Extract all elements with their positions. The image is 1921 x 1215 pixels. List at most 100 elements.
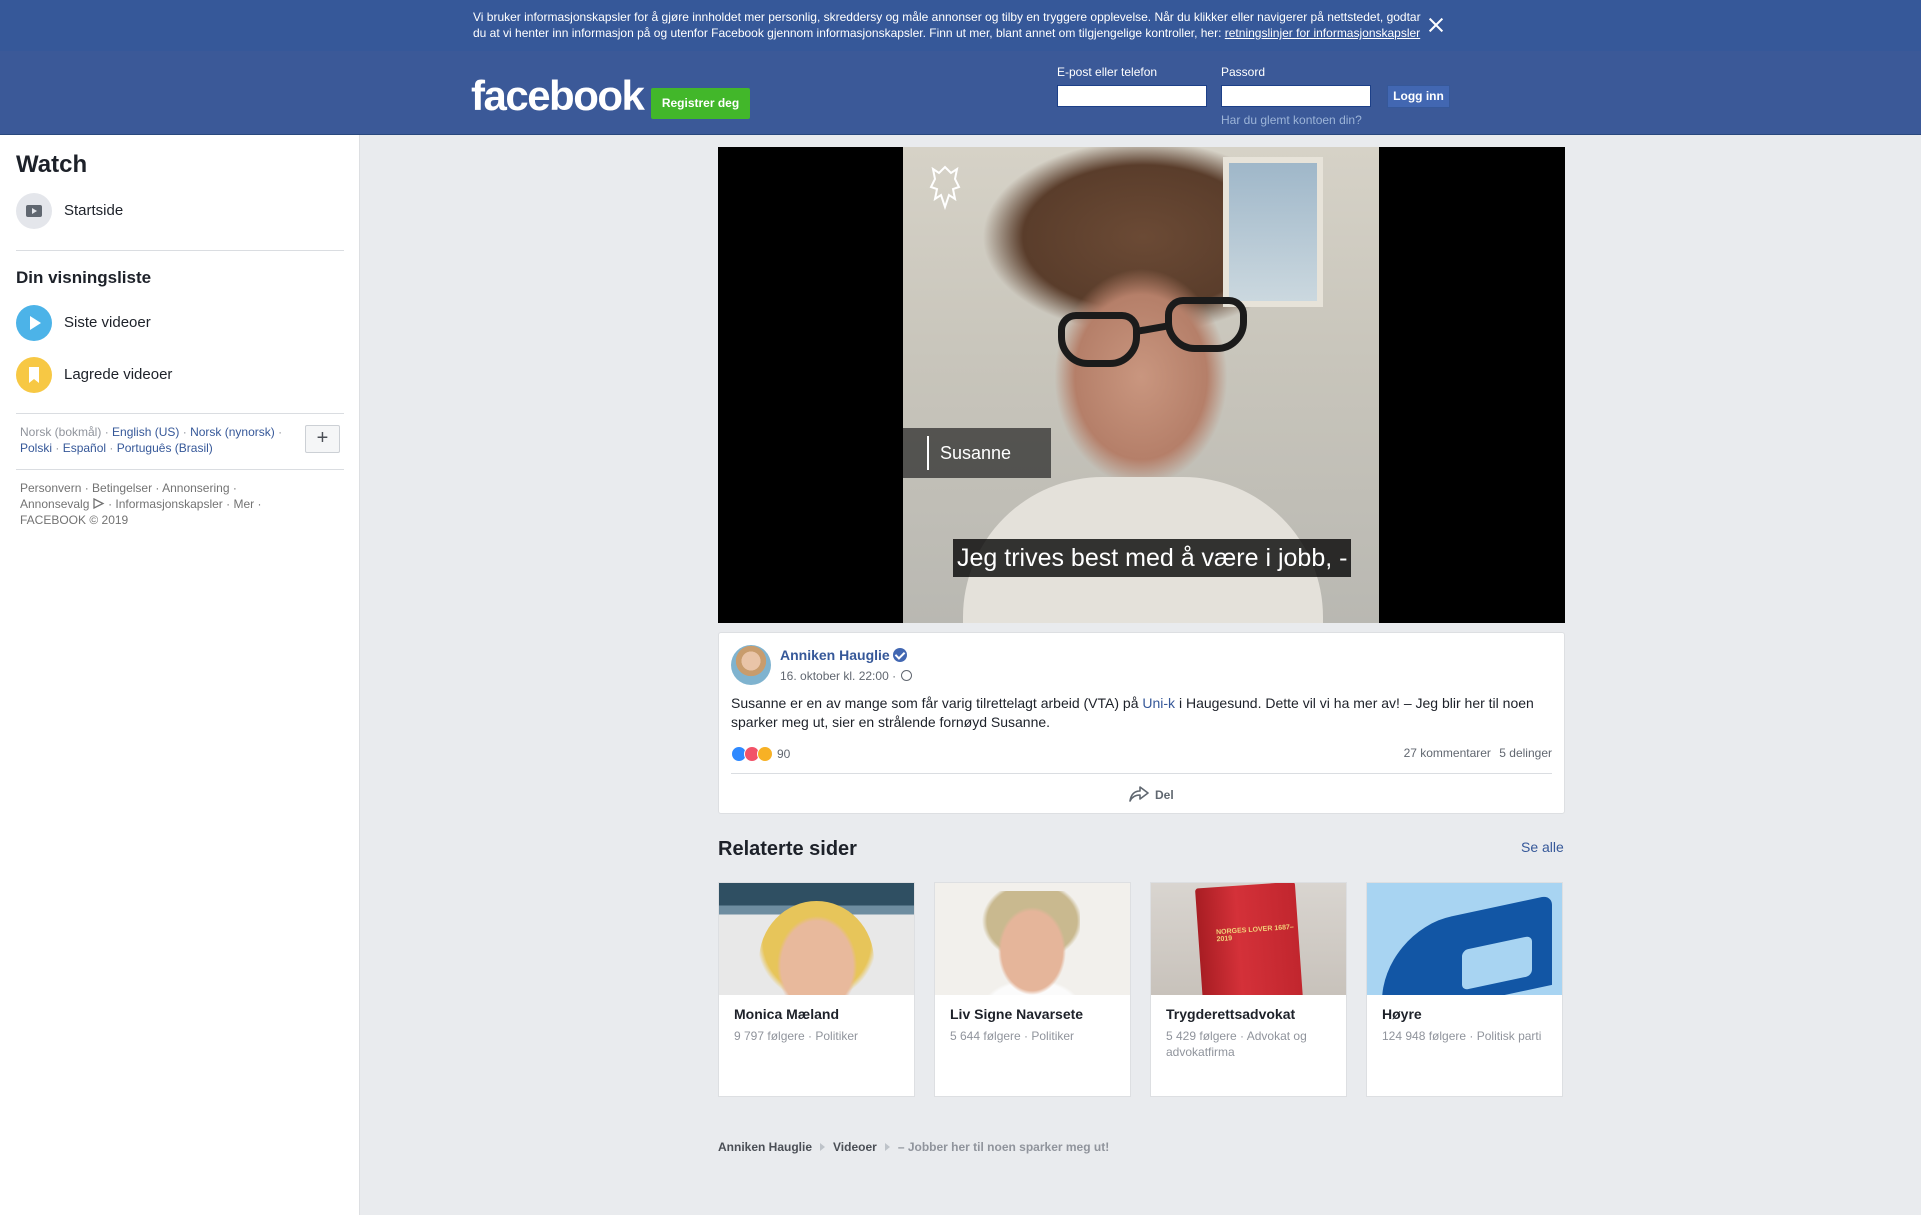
post-timestamp[interactable]: 16. oktober kl. 22:00 · bbox=[780, 669, 896, 683]
email-label: E-post eller telefon bbox=[1057, 65, 1158, 79]
page-info: 5 644 følgere · Politiker bbox=[950, 1029, 1075, 1043]
sidebar-divider bbox=[16, 250, 344, 251]
video-glasses bbox=[1058, 312, 1140, 367]
breadcrumb-author[interactable]: Anniken Hauglie bbox=[718, 1140, 812, 1154]
related-page-card[interactable]: Høyre 124 948 følgere · Politisk parti bbox=[1366, 882, 1563, 1097]
language-link[interactable]: Polski bbox=[20, 441, 52, 455]
language-link[interactable]: Português (Brasil) bbox=[117, 441, 213, 455]
avatar[interactable] bbox=[731, 645, 771, 685]
page-logo bbox=[1367, 883, 1562, 995]
page-photo-person bbox=[980, 891, 1080, 995]
book-title: NORGES LOVER 1687–2019 bbox=[1215, 923, 1295, 944]
see-all-link[interactable]: Se alle bbox=[1521, 839, 1564, 855]
breadcrumb-current: – Jobber her til noen sparker meg ut! bbox=[897, 1140, 1110, 1154]
footer-link[interactable]: Betingelser bbox=[92, 481, 152, 495]
name-caption: Susanne bbox=[903, 428, 1051, 478]
post-stats: 27 kommentarer 5 delinger bbox=[1399, 746, 1552, 760]
footer-link[interactable]: Personvern bbox=[20, 481, 81, 495]
register-button[interactable]: Registrer deg bbox=[651, 88, 750, 119]
more-languages-button[interactable]: + bbox=[305, 425, 340, 453]
password-field[interactable] bbox=[1221, 85, 1371, 107]
caption-bar bbox=[927, 436, 929, 470]
post-author[interactable]: Anniken Hauglie bbox=[780, 647, 890, 663]
page-photo-person bbox=[759, 901, 874, 995]
sidebar-title: Watch bbox=[16, 151, 88, 178]
name-caption-text: Susanne bbox=[940, 443, 1012, 463]
video-glasses bbox=[1165, 297, 1247, 352]
related-page-card[interactable]: NORGES LOVER 1687–2019 Trygderettsadvoka… bbox=[1150, 882, 1347, 1097]
chevron-right-icon bbox=[884, 1143, 890, 1151]
language-link[interactable]: English (US) bbox=[112, 425, 179, 439]
cookie-banner: Vi bruker informasjonskapsler for å gjør… bbox=[0, 0, 1921, 51]
play-icon bbox=[16, 305, 52, 341]
page-info: 5 429 følgere · Advokat og advokatfirma bbox=[1166, 1029, 1307, 1059]
footer-link[interactable]: Informasjonskapsler bbox=[115, 497, 222, 511]
page-info: 9 797 følgere · Politiker bbox=[734, 1029, 859, 1043]
sidebar-divider bbox=[16, 413, 344, 414]
current-language: Norsk (bokmål) bbox=[20, 425, 102, 439]
sidebar-item-label: Startside bbox=[64, 202, 124, 219]
sidebar-item-latest-videos[interactable]: Siste videoer bbox=[16, 303, 344, 343]
sidebar-divider bbox=[16, 469, 344, 470]
cookie-policy-link[interactable]: retningslinjer for informasjonskapsler bbox=[1225, 26, 1420, 40]
cookie-text: Vi bruker informasjonskapsler for å gjør… bbox=[473, 10, 1421, 40]
language-list: Norsk (bokmål) · English (US) · Norsk (n… bbox=[20, 425, 283, 455]
breadcrumb: Anniken Hauglie Videoer – Jobber her til n… bbox=[718, 1140, 1109, 1154]
video-glasses-bridge bbox=[1137, 322, 1169, 335]
uni-k-link[interactable]: Uni-k bbox=[1142, 695, 1175, 711]
page-photo bbox=[719, 883, 914, 995]
footer-link[interactable]: Annonsering bbox=[162, 481, 229, 495]
chevron-right-icon bbox=[820, 1143, 826, 1151]
post-card: Anniken Hauglie 16. oktober kl. 22:00 · … bbox=[718, 632, 1565, 814]
top-header: facebook Registrer deg E-post eller tele… bbox=[0, 51, 1921, 135]
related-page-card[interactable]: Liv Signe Navarsete 5 644 følgere · Poli… bbox=[934, 882, 1131, 1097]
related-page-card[interactable]: Monica Mæland 9 797 følgere · Politiker bbox=[718, 882, 915, 1097]
share-label: Del bbox=[1155, 788, 1174, 802]
breadcrumb-videos[interactable]: Videoer bbox=[833, 1140, 877, 1154]
bookmark-icon bbox=[16, 357, 52, 393]
left-sidebar: Watch Startside Din visningsliste Siste … bbox=[0, 135, 360, 1215]
page-name: Liv Signe Navarsete bbox=[950, 1006, 1084, 1022]
page-name: Trygderettsadvokat bbox=[1166, 1006, 1296, 1022]
adchoices-icon bbox=[93, 497, 105, 510]
email-field[interactable] bbox=[1057, 85, 1207, 107]
post-meta: 16. oktober kl. 22:00 · bbox=[780, 669, 913, 683]
post-divider bbox=[731, 773, 1552, 774]
law-book: NORGES LOVER 1687–2019 bbox=[1195, 883, 1303, 995]
coat-of-arms-icon bbox=[929, 165, 961, 211]
sidebar-item-home[interactable]: Startside bbox=[16, 191, 344, 231]
globe-icon bbox=[901, 670, 913, 681]
video-subtitle: Jeg trives best med å være i jobb, - bbox=[953, 539, 1352, 577]
video-window bbox=[1223, 157, 1323, 307]
verified-badge-icon bbox=[893, 648, 907, 662]
shares-count[interactable]: 5 delinger bbox=[1499, 746, 1552, 760]
comments-count[interactable]: 27 kommentarer bbox=[1404, 746, 1491, 760]
facebook-logo[interactable]: facebook bbox=[471, 75, 645, 117]
forgot-account-link[interactable]: Har du glemt kontoen din? bbox=[1221, 113, 1362, 127]
footer-links: Personvern · Betingelser · Annonsering ·… bbox=[20, 481, 262, 527]
copyright: FACEBOOK © 2019 bbox=[20, 513, 129, 527]
sidebar-item-label: Siste videoer bbox=[64, 314, 151, 331]
password-label: Passord bbox=[1221, 65, 1266, 79]
language-link[interactable]: Español bbox=[63, 441, 106, 455]
reaction-count: 90 bbox=[777, 747, 791, 761]
page-photo: NORGES LOVER 1687–2019 bbox=[1151, 883, 1346, 995]
page-name: Høyre bbox=[1382, 1006, 1422, 1022]
video-frame: Susanne Jeg trives best med å være i job… bbox=[903, 147, 1379, 623]
video-player[interactable]: Susanne Jeg trives best med å være i job… bbox=[718, 147, 1565, 623]
share-icon bbox=[1129, 786, 1149, 802]
post-text: Susanne er en av mange som får varig til… bbox=[731, 695, 1534, 730]
related-pages-heading: Relaterte sider bbox=[718, 838, 857, 860]
footer-link[interactable]: Annonsevalg bbox=[20, 497, 89, 511]
play-video-icon bbox=[16, 193, 52, 229]
page-info: 124 948 følgere · Politisk parti bbox=[1382, 1029, 1542, 1043]
page-name: Monica Mæland bbox=[734, 1006, 840, 1022]
watchlist-heading: Din visningsliste bbox=[16, 268, 152, 287]
page-photo bbox=[935, 883, 1130, 995]
sidebar-item-saved-videos[interactable]: Lagrede videoer bbox=[16, 355, 344, 395]
login-button[interactable]: Logg inn bbox=[1387, 85, 1450, 108]
footer-link[interactable]: Mer bbox=[233, 497, 254, 511]
close-icon[interactable] bbox=[1425, 14, 1447, 36]
sidebar-item-label: Lagrede videoer bbox=[64, 366, 173, 383]
language-link[interactable]: Norsk (nynorsk) bbox=[190, 425, 275, 439]
